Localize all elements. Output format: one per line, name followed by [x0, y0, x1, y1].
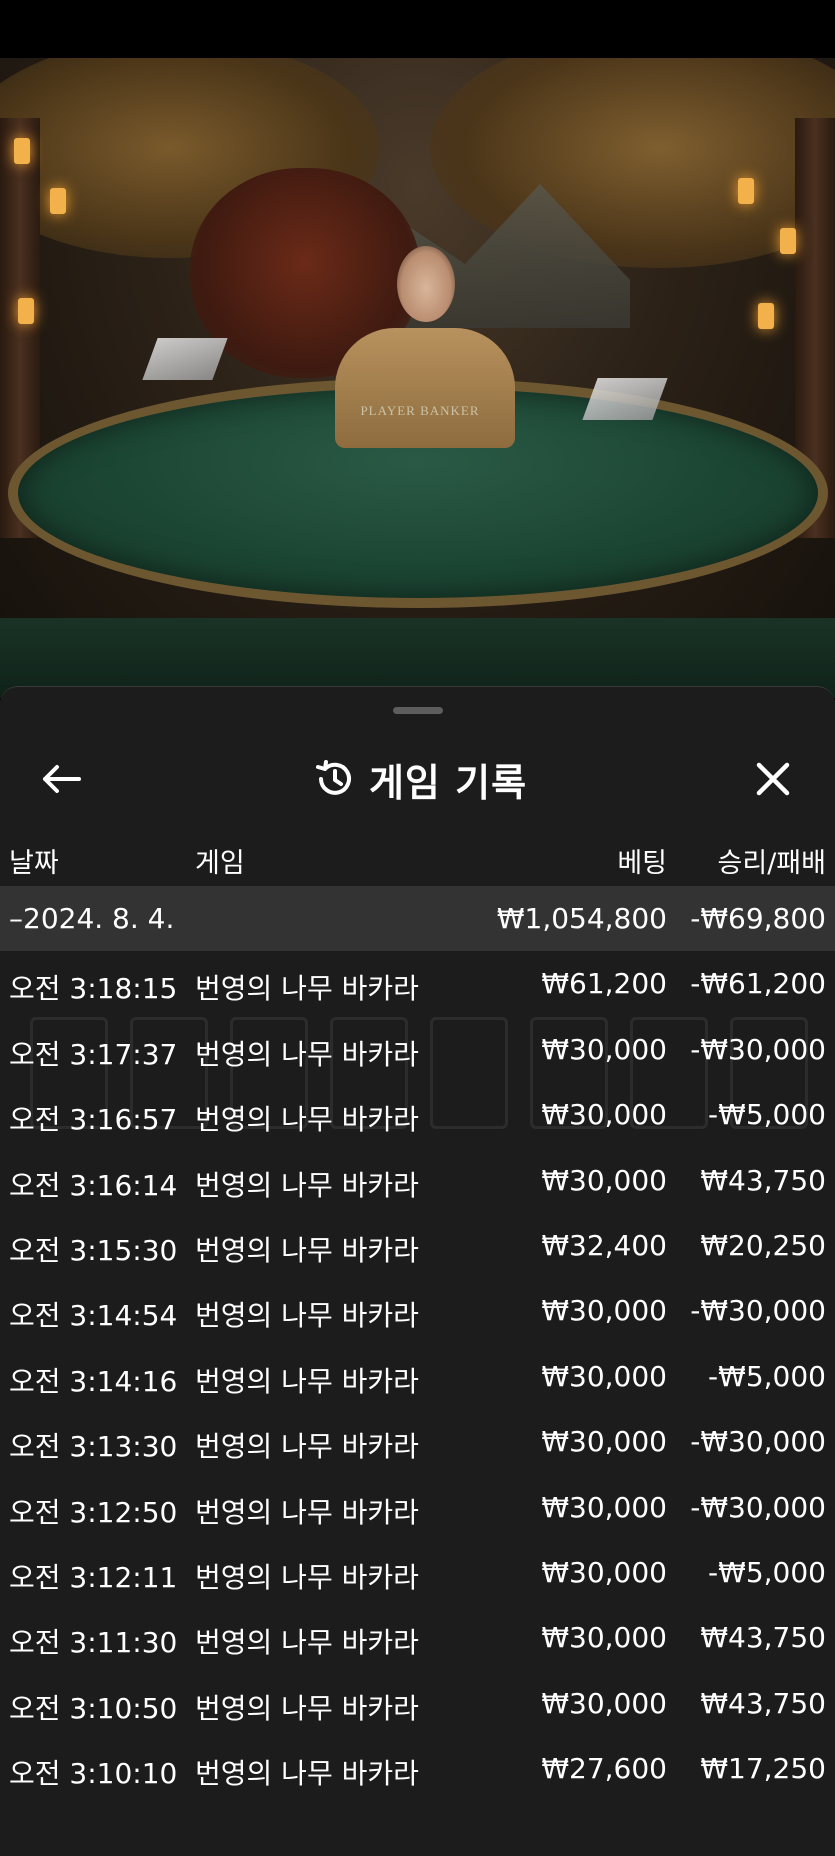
row-bet: ₩30,000 — [541, 1163, 667, 1197]
game-history-sheet: 게임 기록 날짜 게임 베팅 승리/패배 –2024. 8. 4. ₩1,054… — [0, 686, 835, 1856]
lantern-icon — [50, 188, 66, 214]
table-row[interactable]: 오전 3:18:15 번영의 나무 바카라 ₩61,200 -₩61,200 — [0, 951, 835, 1016]
row-time: 오전 3:16:14 — [9, 1168, 178, 1202]
table-row[interactable]: 오전 3:12:50 번영의 나무 바카라 ₩30,000 -₩30,000 — [0, 1475, 835, 1540]
table-row[interactable]: 오전 3:16:14 번영의 나무 바카라 ₩30,000 ₩43,750 — [0, 1148, 835, 1213]
table-row[interactable]: 오전 3:10:10 번영의 나무 바카라 ₩27,600 ₩17,250 — [0, 1736, 835, 1801]
live-video-stream: PLAYER BANKER — [0, 58, 835, 698]
row-winloss: ₩43,750 — [700, 1686, 826, 1720]
row-time: 오전 3:16:57 — [9, 1103, 178, 1137]
row-game: 번영의 나무 바카라 — [195, 1495, 419, 1529]
row-time: 오전 3:18:15 — [9, 972, 178, 1006]
row-bet: ₩30,000 — [541, 1032, 667, 1066]
row-game: 번영의 나무 바카라 — [195, 1233, 419, 1267]
row-time: 오전 3:12:11 — [9, 1560, 178, 1594]
row-game: 번영의 나무 바카라 — [195, 1103, 419, 1137]
lantern-icon — [780, 228, 796, 254]
date-summary-row[interactable]: –2024. 8. 4. ₩1,054,800 -₩69,800 — [0, 886, 835, 952]
row-game: 번영의 나무 바카라 — [195, 1037, 419, 1071]
summary-winloss-total: -₩69,800 — [690, 902, 826, 935]
row-time: 오전 3:14:16 — [9, 1364, 178, 1398]
table-row[interactable]: 오전 3:15:30 번영의 나무 바카라 ₩32,400 ₩20,250 — [0, 1213, 835, 1278]
row-game: 번영의 나무 바카라 — [195, 1430, 419, 1464]
row-time: 오전 3:10:50 — [9, 1691, 178, 1725]
row-winloss: -₩5,000 — [708, 1555, 826, 1589]
row-time: 오전 3:13:30 — [9, 1430, 178, 1464]
row-time: 오전 3:10:10 — [9, 1757, 178, 1791]
arrow-left-icon — [43, 765, 81, 793]
table-row[interactable]: 오전 3:13:30 번영의 나무 바카라 ₩30,000 -₩30,000 — [0, 1409, 835, 1474]
tree-foliage-right — [430, 58, 835, 268]
column-header-bet: 베팅 — [617, 848, 667, 879]
column-header-winloss: 승리/패배 — [717, 848, 826, 879]
sheet-title-group: 게임 기록 — [250, 753, 590, 805]
row-time: 오전 3:12:50 — [9, 1495, 178, 1529]
history-icon — [315, 760, 351, 795]
table-row[interactable]: 오전 3:11:30 번영의 나무 바카라 ₩30,000 ₩43,750 — [0, 1605, 835, 1670]
row-bet: ₩30,000 — [541, 1555, 667, 1589]
row-winloss: -₩30,000 — [690, 1294, 826, 1328]
status-bar — [0, 0, 835, 58]
row-winloss: -₩5,000 — [708, 1098, 826, 1132]
row-game: 번영의 나무 바카라 — [195, 1364, 419, 1398]
row-bet: ₩32,400 — [541, 1228, 667, 1262]
row-time: 오전 3:11:30 — [9, 1626, 178, 1660]
card-shoe-left — [142, 338, 228, 380]
row-winloss: -₩61,200 — [690, 967, 826, 1001]
table-row[interactable]: 오전 3:14:54 번영의 나무 바카라 ₩30,000 -₩30,000 — [0, 1278, 835, 1343]
summary-date: –2024. 8. 4. — [9, 902, 175, 935]
column-header-date: 날짜 — [9, 848, 59, 879]
back-button[interactable] — [32, 755, 92, 803]
dealer — [335, 328, 515, 448]
row-winloss: -₩5,000 — [708, 1359, 826, 1393]
row-game: 번영의 나무 바카라 — [195, 1757, 419, 1791]
table-row[interactable]: 오전 3:10:50 번영의 나무 바카라 ₩30,000 ₩43,750 — [0, 1671, 835, 1736]
history-list: –2024. 8. 4. ₩1,054,800 -₩69,800 오전 3:18… — [0, 886, 835, 1801]
row-winloss: ₩43,750 — [700, 1163, 826, 1197]
row-bet: ₩30,000 — [541, 1490, 667, 1524]
row-bet: ₩30,000 — [541, 1359, 667, 1393]
lantern-icon — [14, 138, 30, 164]
row-winloss: -₩30,000 — [690, 1490, 826, 1524]
table-label: PLAYER BANKER — [360, 403, 480, 418]
row-bet: ₩30,000 — [541, 1098, 667, 1132]
table-row[interactable]: 오전 3:14:16 번영의 나무 바카라 ₩30,000 -₩5,000 — [0, 1344, 835, 1409]
dealer-head — [397, 246, 455, 322]
close-icon — [756, 762, 790, 796]
row-winloss: -₩30,000 — [690, 1425, 826, 1459]
table-row[interactable]: 오전 3:17:37 번영의 나무 바카라 ₩30,000 -₩30,000 — [0, 1017, 835, 1082]
table-row[interactable]: 오전 3:16:57 번영의 나무 바카라 ₩30,000 -₩5,000 — [0, 1082, 835, 1147]
row-time: 오전 3:15:30 — [9, 1233, 178, 1267]
row-game: 번영의 나무 바카라 — [195, 972, 419, 1006]
table-row[interactable]: 오전 3:12:11 번영의 나무 바카라 ₩30,000 -₩5,000 — [0, 1540, 835, 1605]
row-time: 오전 3:14:54 — [9, 1299, 178, 1333]
lantern-icon — [738, 178, 754, 204]
summary-bet-total: ₩1,054,800 — [496, 902, 667, 935]
page-title: 게임 기록 — [368, 760, 528, 805]
row-winloss: ₩43,750 — [700, 1621, 826, 1655]
row-game: 번영의 나무 바카라 — [195, 1560, 419, 1594]
row-game: 번영의 나무 바카라 — [195, 1691, 419, 1725]
row-winloss: ₩17,250 — [700, 1752, 826, 1786]
sheet-drag-handle[interactable] — [393, 707, 443, 714]
row-bet: ₩30,000 — [541, 1621, 667, 1655]
column-header-game: 게임 — [195, 848, 245, 879]
row-winloss: ₩20,250 — [700, 1228, 826, 1262]
row-time: 오전 3:17:37 — [9, 1037, 178, 1071]
row-bet: ₩30,000 — [541, 1425, 667, 1459]
lantern-icon — [18, 298, 34, 324]
row-game: 번영의 나무 바카라 — [195, 1168, 419, 1202]
close-button[interactable] — [743, 755, 803, 803]
row-game: 번영의 나무 바카라 — [195, 1299, 419, 1333]
row-winloss: -₩30,000 — [690, 1032, 826, 1066]
lantern-icon — [758, 303, 774, 329]
row-bet: ₩61,200 — [541, 967, 667, 1001]
table-header: 날짜 게임 베팅 승리/패배 — [0, 827, 835, 887]
row-game: 번영의 나무 바카라 — [195, 1626, 419, 1660]
row-bet: ₩30,000 — [541, 1686, 667, 1720]
sheet-header: 게임 기록 — [0, 739, 835, 819]
row-bet: ₩30,000 — [541, 1294, 667, 1328]
row-bet: ₩27,600 — [541, 1752, 667, 1786]
